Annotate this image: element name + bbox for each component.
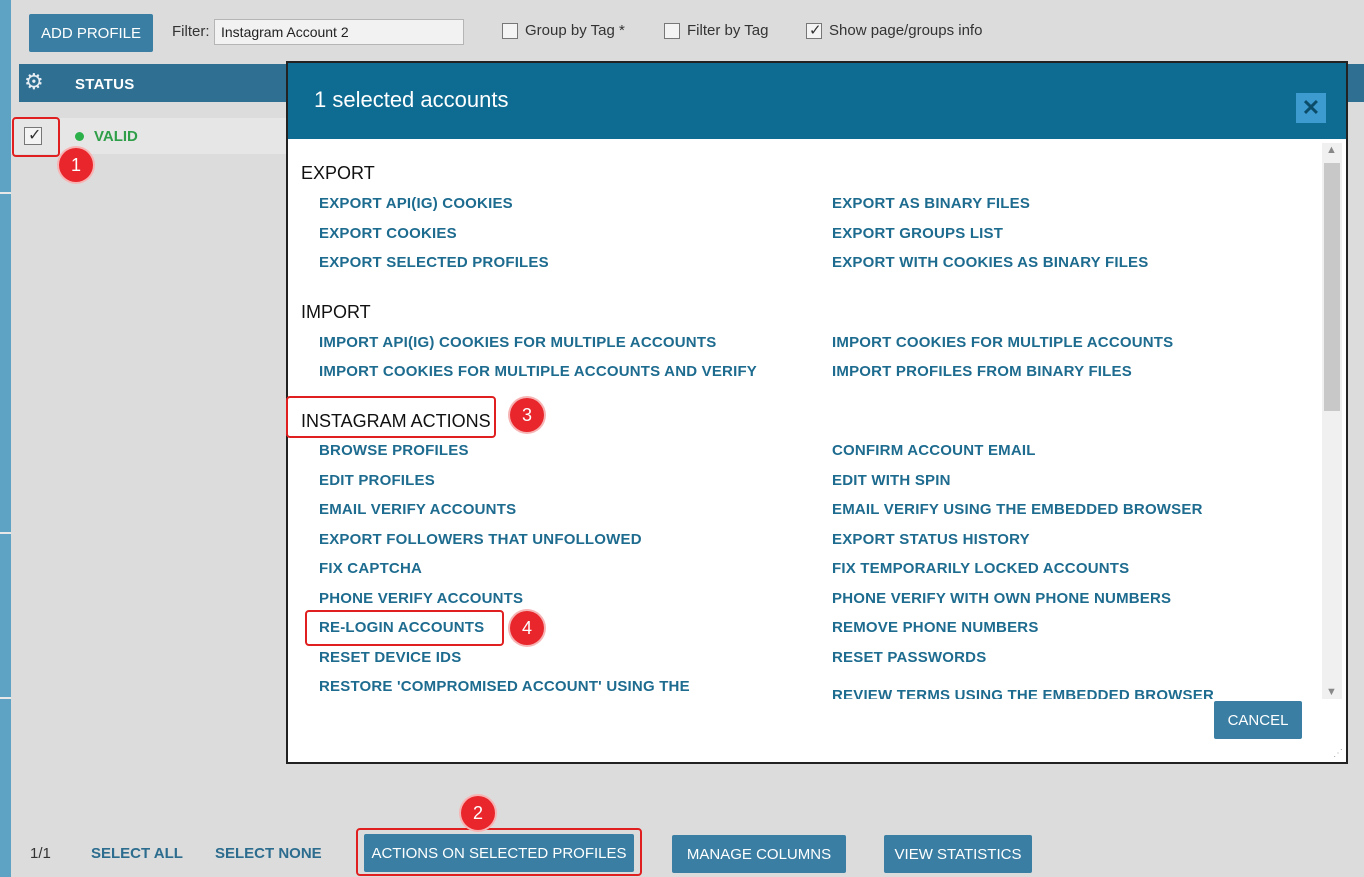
highlight-box-row-checkbox: [12, 117, 60, 157]
link-confirm-account-email[interactable]: CONFIRM ACCOUNT EMAIL: [832, 442, 1036, 459]
link-import-profiles-binary[interactable]: IMPORT PROFILES FROM BINARY FILES: [832, 363, 1132, 380]
view-statistics-button[interactable]: VIEW STATISTICS: [884, 835, 1032, 873]
filter-label: Filter:: [172, 23, 210, 40]
link-edit-with-spin[interactable]: EDIT WITH SPIN: [832, 472, 951, 489]
scrollbar-thumb[interactable]: [1324, 163, 1340, 411]
step-badge-2: 2: [461, 796, 495, 830]
link-export-api-cookies[interactable]: EXPORT API(IG) COOKIES: [319, 195, 513, 212]
section-title-export: EXPORT: [301, 163, 375, 183]
modal-scrollbar[interactable]: ▲ ▼: [1322, 143, 1342, 699]
show-info-label: Show page/groups info: [829, 22, 983, 39]
close-icon[interactable]: ✕: [1296, 93, 1326, 123]
step-badge-4: 4: [510, 611, 544, 645]
status-valid: VALID: [94, 128, 138, 145]
sidebar-divider: [0, 532, 11, 534]
modal-header: 1 selected accounts ✕: [288, 63, 1346, 139]
add-profile-button[interactable]: ADD PROFILE: [29, 14, 153, 52]
link-export-binary-files[interactable]: EXPORT AS BINARY FILES: [832, 195, 1030, 212]
show-info-checkbox[interactable]: Show page/groups info: [806, 21, 983, 39]
link-export-with-cookies-binary[interactable]: EXPORT WITH COOKIES AS BINARY FILES: [832, 254, 1148, 271]
filter-input[interactable]: [214, 19, 464, 45]
highlight-box-instagram-actions: [286, 396, 496, 438]
link-reset-device-ids[interactable]: RESET DEVICE IDS: [319, 649, 461, 666]
toolbar: ADD PROFILE Filter: Group by Tag * Filte…: [11, 0, 1364, 64]
link-fix-captcha[interactable]: FIX CAPTCHA: [319, 560, 422, 577]
modal-title: 1 selected accounts: [314, 87, 509, 112]
checkbox-box[interactable]: [502, 22, 518, 39]
left-sidebar-strip: [0, 0, 11, 877]
section-title-import: IMPORT: [301, 302, 371, 322]
resize-handle-icon[interactable]: ⋰: [1333, 748, 1343, 759]
link-reset-passwords[interactable]: RESET PASSWORDS: [832, 649, 986, 666]
link-export-followers-unfollowed[interactable]: EXPORT FOLLOWERS THAT UNFOLLOWED: [319, 531, 642, 548]
link-export-groups-list[interactable]: EXPORT GROUPS LIST: [832, 225, 1003, 242]
link-remove-phone-numbers[interactable]: REMOVE PHONE NUMBERS: [832, 619, 1039, 636]
link-export-status-history[interactable]: EXPORT STATUS HISTORY: [832, 531, 1030, 548]
link-email-verify-embedded[interactable]: EMAIL VERIFY USING THE EMBEDDED BROWSER: [832, 501, 1203, 518]
highlight-box-re-login: [305, 610, 504, 646]
group-by-tag-label: Group by Tag *: [525, 22, 625, 39]
checkbox-box-checked[interactable]: [806, 21, 822, 39]
page-count: 1/1: [30, 845, 51, 862]
link-review-terms-embedded[interactable]: REVIEW TERMS USING THE EMBEDDED BROWSER: [832, 687, 1214, 699]
link-fix-temporarily-locked[interactable]: FIX TEMPORARILY LOCKED ACCOUNTS: [832, 560, 1129, 577]
group-by-tag-checkbox[interactable]: Group by Tag *: [502, 22, 625, 39]
scroll-down-icon[interactable]: ▼: [1326, 686, 1337, 698]
gear-icon[interactable]: ⚙: [24, 69, 44, 95]
step-badge-1: 1: [59, 148, 93, 182]
scroll-up-icon[interactable]: ▲: [1326, 144, 1337, 156]
checkbox-box[interactable]: [664, 22, 680, 39]
manage-columns-button[interactable]: MANAGE COLUMNS: [672, 835, 846, 873]
highlight-box-actions-button: [356, 828, 642, 876]
link-export-cookies[interactable]: EXPORT COOKIES: [319, 225, 457, 242]
select-none-link[interactable]: SELECT NONE: [215, 845, 322, 862]
link-phone-verify-own-numbers[interactable]: PHONE VERIFY WITH OWN PHONE NUMBERS: [832, 590, 1171, 607]
link-phone-verify-accounts[interactable]: PHONE VERIFY ACCOUNTS: [319, 590, 523, 607]
filter-by-tag-checkbox[interactable]: Filter by Tag: [664, 22, 768, 39]
link-import-api-cookies-multiple[interactable]: IMPORT API(IG) COOKIES FOR MULTIPLE ACCO…: [319, 334, 716, 351]
step-badge-3: 3: [510, 398, 544, 432]
link-edit-profiles[interactable]: EDIT PROFILES: [319, 472, 435, 489]
link-restore-compromised-account[interactable]: RESTORE 'COMPROMISED ACCOUNT' USING THE: [319, 678, 690, 695]
status-dot-icon: [75, 132, 84, 141]
sidebar-divider: [0, 697, 11, 699]
select-all-link[interactable]: SELECT ALL: [91, 845, 183, 862]
link-email-verify-accounts[interactable]: EMAIL VERIFY ACCOUNTS: [319, 501, 516, 518]
status-column-header[interactable]: STATUS: [75, 76, 135, 93]
sidebar-divider: [0, 192, 11, 194]
link-browse-profiles[interactable]: BROWSE PROFILES: [319, 442, 469, 459]
filter-by-tag-label: Filter by Tag: [687, 22, 769, 39]
link-export-selected-profiles[interactable]: EXPORT SELECTED PROFILES: [319, 254, 549, 271]
link-import-cookies-multiple[interactable]: IMPORT COOKIES FOR MULTIPLE ACCOUNTS: [832, 334, 1173, 351]
cancel-button[interactable]: CANCEL: [1214, 701, 1302, 739]
link-import-cookies-verify[interactable]: IMPORT COOKIES FOR MULTIPLE ACCOUNTS AND…: [319, 363, 757, 380]
